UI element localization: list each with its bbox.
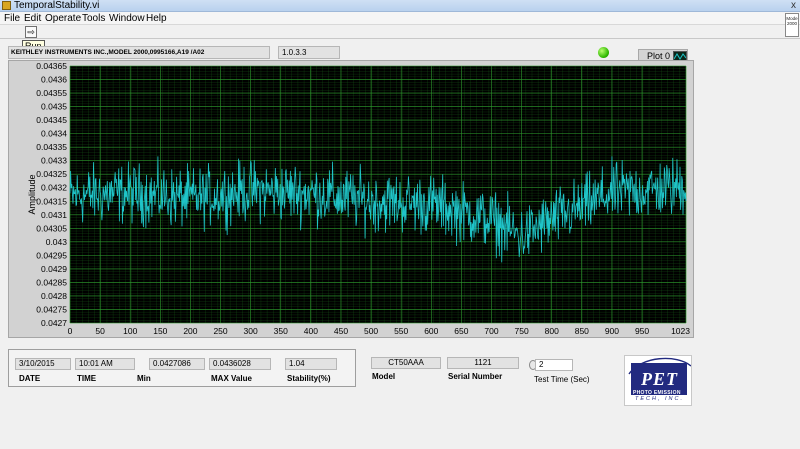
- menu-help[interactable]: Help: [146, 12, 167, 25]
- test-time-label: Test Time (Sec): [534, 375, 590, 384]
- x-tick-label: 850: [575, 326, 589, 336]
- date-indicator: 3/10/2015: [15, 358, 71, 370]
- y-tick-label: 0.0427: [41, 318, 67, 328]
- version-indicator: 1.0.3.3: [278, 46, 340, 59]
- instrument-id-indicator: KEITHLEY INSTRUMENTS INC.,MODEL 2000,099…: [8, 46, 270, 59]
- y-tick-label: 0.04325: [36, 169, 67, 179]
- model-indicator: CT50AAA: [371, 357, 441, 369]
- window-close-button[interactable]: x: [791, 0, 796, 12]
- menu-window[interactable]: Window: [109, 12, 145, 25]
- date-label: DATE: [19, 374, 41, 383]
- vi-connector-pane-icon: Mode 2000: [785, 13, 799, 37]
- menu-bar: File Edit Operate Tools Window Help: [0, 12, 800, 25]
- x-tick-label: 450: [334, 326, 348, 336]
- serial-number-label: Serial Number: [448, 372, 503, 381]
- serial-number-indicator: 1121: [447, 357, 519, 369]
- y-tick-label: 0.04345: [36, 115, 67, 125]
- logo-tech-text: TECH, INC.: [635, 396, 685, 402]
- y-tick-label: 0.0431: [41, 210, 67, 220]
- x-tick-label: 1023: [671, 326, 690, 336]
- y-tick-label: 0.04275: [36, 304, 67, 314]
- x-tick-label: 950: [635, 326, 649, 336]
- model-label: Model: [372, 372, 396, 381]
- stability-indicator: 1.04: [285, 358, 337, 370]
- x-tick-label: 700: [484, 326, 498, 336]
- waveform-graph[interactable]: 0.0427 0.04275 0.0428 0.04285 0.0429 0.04295 0…: [8, 60, 694, 339]
- max-indicator: 0.0436028: [209, 358, 271, 370]
- x-tick-label: 400: [304, 326, 318, 336]
- x-tick-label: 650: [454, 326, 468, 336]
- toolbar: [0, 25, 800, 39]
- menu-edit[interactable]: Edit: [24, 12, 41, 25]
- stability-label: Stability(%): [287, 374, 331, 383]
- time-label: TIME: [77, 374, 97, 383]
- y-tick-label: 0.0433: [41, 156, 67, 166]
- y-tick-label: 0.0428: [41, 291, 67, 301]
- y-tick-label: 0.04295: [36, 250, 67, 260]
- menu-tools[interactable]: Tools: [82, 12, 105, 25]
- menu-file[interactable]: File: [4, 12, 20, 25]
- y-tick-label: 0.04315: [36, 196, 67, 206]
- y-tick-label: 0.0435: [41, 102, 67, 112]
- y-tick-label: 0.0436: [41, 75, 67, 85]
- min-indicator: 0.0427086: [149, 358, 205, 370]
- x-tick-label: 600: [424, 326, 438, 336]
- y-axis-ticks: 0.0427 0.04275 0.0428 0.04285 0.0429 0.04295 0…: [36, 61, 67, 328]
- max-label: MAX Value: [211, 374, 252, 383]
- photo-emission-tech-logo: PET PHOTO EMISSION TECH, INC.: [624, 355, 692, 406]
- status-led-icon: [598, 47, 609, 58]
- run-button[interactable]: ⇨: [25, 26, 37, 38]
- test-time-control[interactable]: 2: [535, 359, 573, 371]
- menu-operate[interactable]: Operate: [45, 12, 81, 25]
- x-tick-label: 100: [123, 326, 137, 336]
- x-tick-label: 300: [244, 326, 258, 336]
- y-axis-title: Amplitude: [27, 174, 37, 214]
- x-tick-label: 50: [95, 326, 105, 336]
- x-tick-label: 350: [274, 326, 288, 336]
- x-tick-label: 900: [605, 326, 619, 336]
- time-indicator: 10:01 AM: [75, 358, 135, 370]
- y-tick-label: 0.04335: [36, 142, 67, 152]
- x-tick-label: 500: [364, 326, 378, 336]
- x-tick-label: 200: [183, 326, 197, 336]
- x-tick-label: 250: [213, 326, 227, 336]
- window-title: TemporalStability.vi: [14, 0, 100, 11]
- x-tick-label: 0: [68, 326, 73, 336]
- x-tick-label: 150: [153, 326, 167, 336]
- x-tick-label: 550: [394, 326, 408, 336]
- y-tick-label: 0.04305: [36, 223, 67, 233]
- x-axis-title: Time: [368, 338, 388, 339]
- window-title-bar: TemporalStability.vi x: [0, 0, 800, 12]
- x-tick-label: 750: [515, 326, 529, 336]
- y-tick-label: 0.0432: [41, 183, 67, 193]
- min-label: Min: [137, 374, 151, 383]
- y-tick-label: 0.04355: [36, 88, 67, 98]
- y-tick-label: 0.0429: [41, 264, 67, 274]
- waveform-chart-svg: 0.0427 0.04275 0.0428 0.04285 0.0429 0.04295 0…: [27, 61, 691, 339]
- readout-panel: 3/10/2015 DATE 10:01 AM TIME 0.0427086 M…: [8, 349, 356, 387]
- run-arrow-icon: ⇨: [27, 27, 35, 37]
- y-tick-label: 0.04365: [36, 61, 67, 71]
- y-tick-label: 0.04285: [36, 277, 67, 287]
- y-tick-label: 0.0434: [41, 129, 67, 139]
- y-tick-label: 0.043: [46, 237, 68, 247]
- x-axis-ticks: 0 50 100 150 200 250 300 350 400 450 500 550 600 650 7…: [68, 326, 691, 336]
- labview-app-icon: [2, 1, 11, 10]
- x-tick-label: 800: [545, 326, 559, 336]
